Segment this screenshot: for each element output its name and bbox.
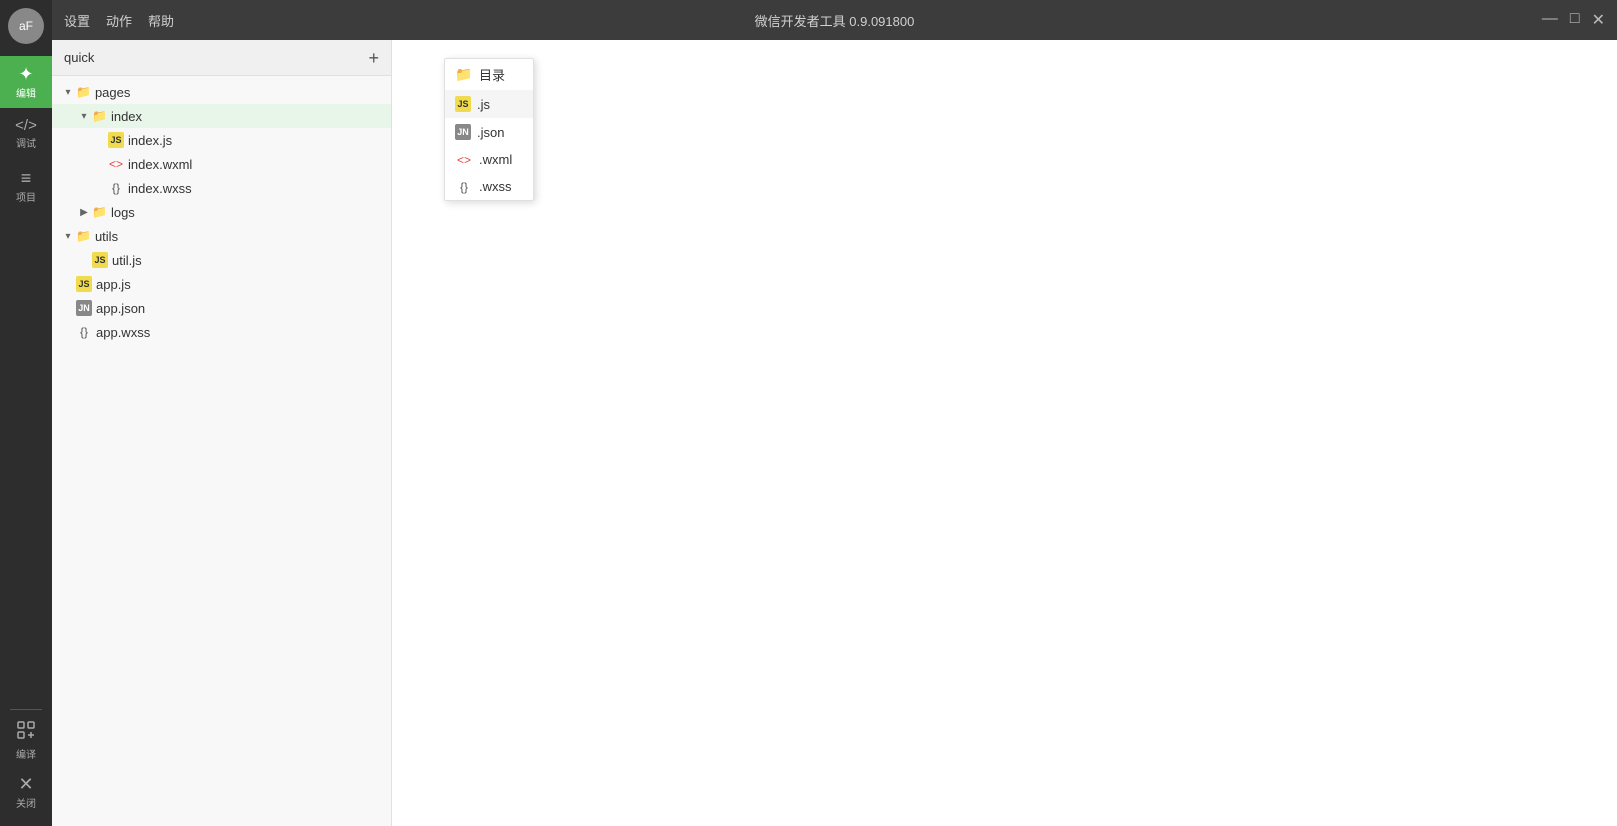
file-tree-panel: quick + ▾ 📁 pages ▾ 📁 index (52, 40, 392, 826)
context-menu-directory-label: 目录 (479, 65, 505, 84)
folder-icon-index: 📁 (92, 109, 107, 123)
tree-filename-util-js: util.js (112, 253, 142, 268)
tree-item-index[interactable]: ▾ 📁 index (52, 104, 391, 128)
sidebar-item-compile-label: 编译 (16, 746, 36, 761)
context-menu-wxml-label: .wxml (479, 152, 512, 167)
sidebar-item-close-label: 关闭 (16, 795, 36, 810)
sidebar-item-compile[interactable]: 编译 (0, 714, 52, 766)
tree-filename-index-wxss: index.wxss (128, 181, 192, 196)
file-tree-title: quick (64, 50, 94, 65)
tree-item-index-wxss[interactable]: {} index.wxss (52, 176, 391, 200)
js-icon-util: JS (92, 252, 108, 268)
context-menu-wxml[interactable]: <> .wxml (445, 146, 533, 173)
title-bar-menu: 设置 动作 帮助 (64, 11, 174, 30)
wxss-icon-index: {} (108, 180, 124, 196)
tree-item-pages[interactable]: ▾ 📁 pages (52, 80, 391, 104)
context-menu-json[interactable]: JN .json (445, 118, 533, 146)
tree-filename-pages: pages (95, 85, 130, 100)
sidebar-item-debug[interactable]: </> 调试 (0, 108, 52, 160)
tree-item-utils[interactable]: ▾ 📁 utils (52, 224, 391, 248)
js-menu-icon: JS (455, 96, 471, 112)
sidebar-divider (10, 709, 42, 710)
menu-actions[interactable]: 动作 (106, 11, 132, 30)
menu-settings[interactable]: 设置 (64, 11, 90, 30)
project-icon: ≡ (21, 169, 32, 187)
close-sidebar-icon: ✕ (18, 775, 33, 793)
file-tree-header: quick + (52, 40, 391, 76)
tree-item-logs[interactable]: ▶ 📁 logs (52, 200, 391, 224)
app-window: 设置 动作 帮助 微信开发者工具 0.9.091800 — □ ✕ quick … (52, 0, 1617, 826)
json-menu-icon: JN (455, 124, 471, 140)
sidebar-icons: aF ✦ 编辑 </> 调试 ≡ 项目 编译 ✕ 关闭 (0, 0, 52, 826)
context-menu: 📁 目录 JS .js JN .json <> .wxml {} .wxss (444, 58, 534, 201)
tree-item-util-js[interactable]: JS util.js (52, 248, 391, 272)
file-tree-content: ▾ 📁 pages ▾ 📁 index JS index.js (52, 76, 391, 826)
minimize-button[interactable]: — (1542, 10, 1558, 30)
title-bar-controls: — □ ✕ (1542, 10, 1605, 30)
js-icon-index: JS (108, 132, 124, 148)
context-menu-wxss-label: .wxss (479, 179, 512, 194)
tree-arrow-utils: ▾ (60, 231, 76, 242)
tree-filename-utils: utils (95, 229, 118, 244)
context-menu-js[interactable]: JS .js (445, 90, 533, 118)
menu-help[interactable]: 帮助 (148, 11, 174, 30)
tree-item-app-json[interactable]: JN app.json (52, 296, 391, 320)
tree-item-index-js[interactable]: JS index.js (52, 128, 391, 152)
editor-icon: ✦ (18, 65, 33, 83)
folder-icon-utils: 📁 (76, 229, 91, 243)
context-menu-json-label: .json (477, 125, 504, 140)
tree-arrow-pages: ▾ (60, 87, 76, 98)
tree-filename-index-js: index.js (128, 133, 172, 148)
title-bar-title: 微信开发者工具 0.9.091800 (755, 11, 915, 30)
wxss-menu-icon: {} (455, 180, 473, 194)
close-button[interactable]: ✕ (1592, 10, 1605, 30)
tree-filename-logs: logs (111, 205, 135, 220)
title-bar: 设置 动作 帮助 微信开发者工具 0.9.091800 — □ ✕ (52, 0, 1617, 40)
compile-icon (15, 719, 37, 744)
tree-filename-app-js: app.js (96, 277, 131, 292)
sidebar-item-project[interactable]: ≡ 项目 (0, 160, 52, 212)
sidebar-item-project-label: 项目 (16, 189, 36, 204)
wxml-icon-index: <> (108, 156, 124, 172)
context-menu-js-label: .js (477, 97, 490, 112)
tree-arrow-logs: ▶ (76, 207, 92, 218)
js-icon-app: JS (76, 276, 92, 292)
tree-item-app-js[interactable]: JS app.js (52, 272, 391, 296)
sidebar-item-editor[interactable]: ✦ 编辑 (0, 56, 52, 108)
main-layout: quick + ▾ 📁 pages ▾ 📁 index (52, 40, 1617, 826)
sidebar-item-debug-label: 调试 (16, 135, 36, 150)
maximize-button[interactable]: □ (1570, 10, 1580, 30)
add-file-button[interactable]: + (368, 49, 379, 67)
avatar: aF (8, 8, 44, 44)
json-icon-app: JN (76, 300, 92, 316)
sidebar-item-close[interactable]: ✕ 关闭 (0, 766, 52, 818)
tree-filename-app-wxss: app.wxss (96, 325, 150, 340)
debug-icon: </> (15, 118, 37, 133)
tree-filename-app-json: app.json (96, 301, 145, 316)
sidebar-item-editor-label: 编辑 (16, 85, 36, 100)
folder-icon-logs: 📁 (92, 205, 107, 219)
editor-area (392, 40, 1617, 826)
context-menu-wxss[interactable]: {} .wxss (445, 173, 533, 200)
wxml-menu-icon: <> (455, 153, 473, 167)
folder-icon-pages: 📁 (76, 85, 91, 99)
tree-item-app-wxss[interactable]: {} app.wxss (52, 320, 391, 344)
context-menu-directory[interactable]: 📁 目录 (445, 59, 533, 90)
wxss-icon-app: {} (76, 324, 92, 340)
tree-arrow-index: ▾ (76, 111, 92, 122)
tree-item-index-wxml[interactable]: <> index.wxml (52, 152, 391, 176)
tree-filename-index-wxml: index.wxml (128, 157, 192, 172)
directory-icon: 📁 (455, 66, 473, 83)
tree-filename-index: index (111, 109, 142, 124)
sidebar-bottom: 编译 ✕ 关闭 (0, 705, 52, 826)
